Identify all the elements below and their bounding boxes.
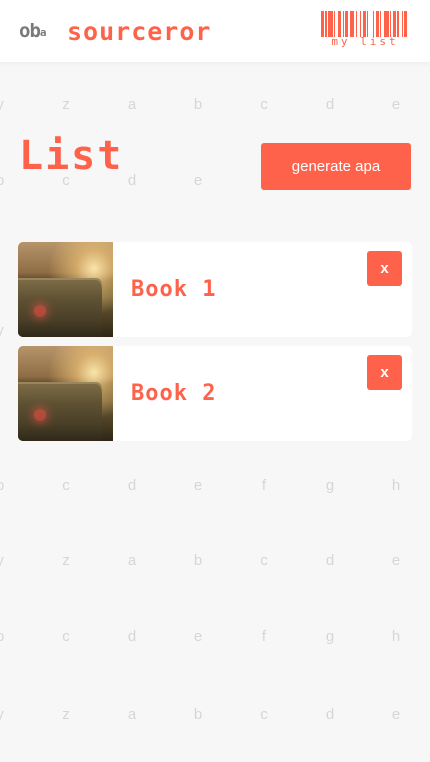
background-letter: b <box>193 706 203 723</box>
background-letter: e <box>391 706 401 723</box>
lens-flare <box>34 305 46 317</box>
background-letter: b <box>0 172 10 189</box>
background-letter: c <box>260 96 268 113</box>
remove-book-button[interactable]: x <box>367 251 402 286</box>
generate-apa-button[interactable]: generate apa <box>261 143 411 190</box>
page-title: List <box>19 133 124 179</box>
remove-book-button[interactable]: x <box>367 355 402 390</box>
background-letter: b <box>0 628 10 645</box>
background-letter: d <box>127 628 137 645</box>
background-letter: e <box>193 172 203 189</box>
book-thumbnail <box>18 242 113 337</box>
background-letter: c <box>62 628 70 645</box>
book-thumbnail <box>18 346 113 441</box>
background-letter: b <box>0 477 10 494</box>
background-letter: g <box>325 628 335 645</box>
background-letter: a <box>127 96 137 113</box>
app-header: oba sourceror my list <box>0 0 430 62</box>
background-letter: a <box>127 552 137 569</box>
obs-logo-text: ob <box>19 20 41 42</box>
background-letter: d <box>127 477 137 494</box>
background-letter: c <box>260 706 268 723</box>
book-card[interactable]: Book 2 x <box>18 346 412 441</box>
background-letter-row: b c d e f g h <box>0 477 430 497</box>
stump <box>18 384 102 441</box>
obs-logo[interactable]: oba <box>19 20 47 42</box>
stump <box>18 280 102 337</box>
background-letter: e <box>193 628 203 645</box>
background-letter: z <box>62 96 70 113</box>
background-letter: h <box>391 477 401 494</box>
background-letter: a <box>127 706 137 723</box>
background-letter: y <box>0 96 4 113</box>
background-letter-row: yzabcde <box>0 706 430 726</box>
background-letter: d <box>325 552 335 569</box>
background-letter-row: yzabcde <box>0 96 430 116</box>
book-title: Book 1 <box>131 277 217 302</box>
background-letter: c <box>260 552 268 569</box>
background-letter: f <box>261 628 267 645</box>
background-letter: g <box>325 477 335 494</box>
background-letter: d <box>127 172 137 189</box>
background-letter: e <box>193 477 203 494</box>
background-letter: c <box>62 477 70 494</box>
barcode-stripe <box>407 11 408 37</box>
background-letter: e <box>391 552 401 569</box>
obs-logo-suffix: a <box>39 26 47 39</box>
background-letter: z <box>62 552 70 569</box>
background-letter: d <box>325 706 335 723</box>
lens-flare <box>34 409 46 421</box>
background-letter: b <box>193 552 203 569</box>
background-letter: d <box>325 96 335 113</box>
background-letter: z <box>62 706 70 723</box>
background-letter-row: yzabcde <box>0 552 430 572</box>
my-list-link[interactable]: my list <box>321 35 409 48</box>
barcode-icon[interactable] <box>321 11 409 37</box>
background-letter: b <box>193 96 203 113</box>
background-letter: y <box>0 552 4 569</box>
book-card[interactable]: Book 1 x <box>18 242 412 337</box>
background-letter: e <box>391 96 401 113</box>
sourceror-logo[interactable]: sourceror <box>67 17 211 46</box>
app-root: yzabcdebcdeyzabcdebcdefghyzabcdebcdefghy… <box>0 0 430 762</box>
background-letter: y <box>0 706 4 723</box>
background-letter: y <box>0 322 4 339</box>
background-letter: h <box>391 628 401 645</box>
background-letter-row: b c d e f g h <box>0 628 430 648</box>
background-letter: f <box>261 477 267 494</box>
book-title: Book 2 <box>131 381 217 406</box>
